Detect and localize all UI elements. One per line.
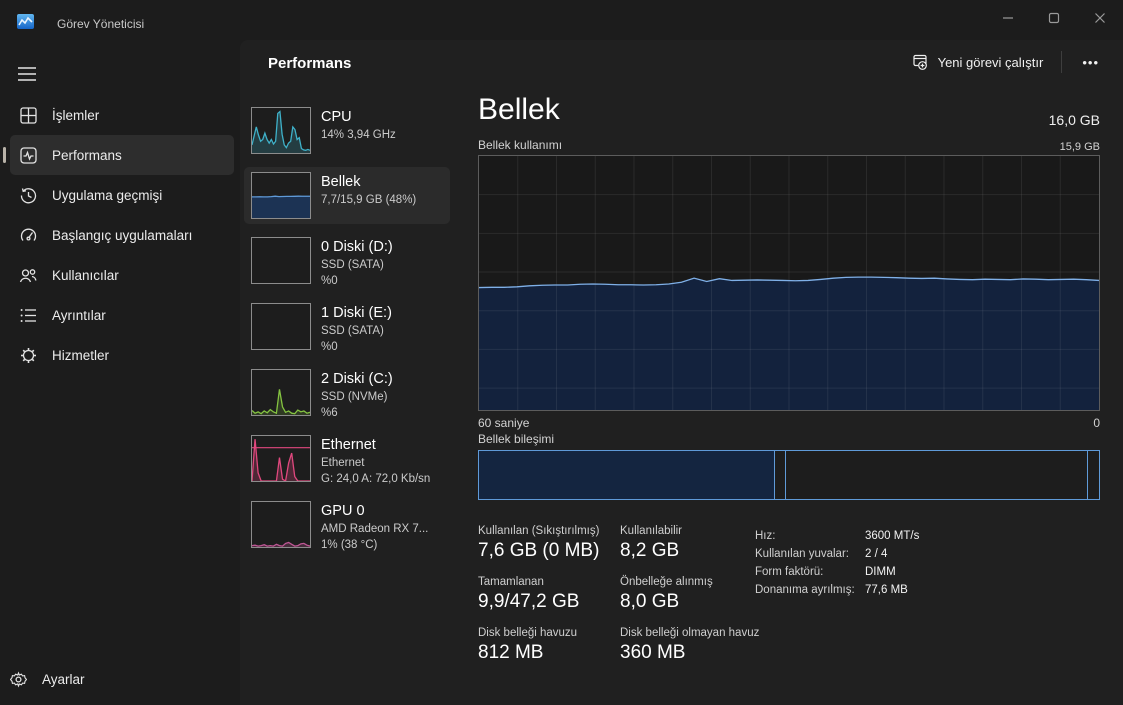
run-new-task-button[interactable]: Yeni görevi çalıştır	[902, 47, 1054, 77]
users-icon	[18, 265, 38, 285]
disk0-thumbnail-chart	[251, 237, 311, 284]
content-header: Performans Yeni görevi çalıştır •••	[240, 40, 1123, 86]
kv-label: Donanıma ayrılmış:	[755, 584, 855, 596]
list-item-disk1[interactable]: 1 Diski (E:) SSD (SATA) %0	[244, 298, 450, 356]
sidebar-item-performans[interactable]: Performans	[3, 135, 234, 175]
kv-label: Form faktörü:	[755, 566, 824, 578]
new-task-icon	[912, 54, 927, 70]
sidebar: İşlemler Performans Uygulama geçmişi Baş…	[0, 40, 240, 705]
run-new-task-label: Yeni görevi çalıştır	[937, 54, 1044, 70]
menu-toggle-button[interactable]	[14, 62, 40, 86]
stat-nonpaged-pool: Disk belleği olmayan havuz 360 MB	[620, 627, 760, 663]
hamburger-icon	[18, 67, 36, 81]
maximize-button[interactable]	[1031, 0, 1077, 36]
services-icon	[18, 345, 38, 365]
minimize-button[interactable]	[985, 0, 1031, 36]
memory-usage-chart	[478, 155, 1100, 411]
maximize-icon	[1048, 12, 1060, 24]
sidebar-item-kullanicilar[interactable]: Kullanıcılar	[10, 255, 234, 295]
window-title: Görev Yöneticisi	[57, 17, 145, 31]
composition-label: Bellek bileşimi	[478, 432, 555, 446]
cpu-thumbnail-chart	[251, 107, 311, 154]
kv-value: 2 / 4	[865, 548, 888, 560]
performance-list: CPU 14% 3,94 GHz Bellek 7,7/15,9 GB (48%…	[244, 102, 450, 554]
app-history-icon	[18, 185, 38, 205]
x-axis-left-label: 60 saniye	[478, 416, 530, 430]
composition-divider-1	[784, 451, 786, 499]
memory-thumbnail-chart	[251, 172, 311, 219]
startup-apps-icon	[18, 225, 38, 245]
sidebar-item-uygulama-gecmisi[interactable]: Uygulama geçmişi	[10, 175, 234, 215]
gpu-thumbnail-chart	[251, 501, 311, 548]
kv-value: 3600 MT/s	[865, 530, 920, 542]
sidebar-item-ayrintilar[interactable]: Ayrıntılar	[10, 295, 234, 335]
titlebar: Görev Yöneticisi	[0, 0, 1123, 40]
kv-value: 77,6 MB	[865, 584, 908, 596]
content-panel: Performans Yeni görevi çalıştır ••• CPU …	[240, 40, 1123, 705]
sidebar-item-islemler[interactable]: İşlemler	[10, 95, 234, 135]
sidebar-nav: İşlemler Performans Uygulama geçmişi Baş…	[0, 95, 240, 375]
task-manager-window: Görev Yöneticisi İşlemler Performans Uyg…	[0, 0, 1123, 705]
usage-chart-label: Bellek kullanımı	[478, 138, 563, 152]
list-item-disk0[interactable]: 0 Diski (D:) SSD (SATA) %0	[244, 232, 450, 290]
stat-used: Kullanılan (Sıkıştırılmış) 7,6 GB (0 MB)	[478, 525, 600, 561]
page-title: Performans	[268, 54, 352, 72]
hardware-info: Hız: 3600 MT/s Kullanılan yuvalar: 2 / 4…	[755, 527, 919, 599]
processes-icon	[18, 105, 38, 125]
memory-capacity: 16,0 GB	[1048, 112, 1100, 128]
ethernet-thumbnail-chart	[251, 435, 311, 482]
composition-divider-2	[1086, 451, 1088, 499]
kv-label: Hız:	[755, 530, 776, 542]
list-item-memory[interactable]: Bellek 7,7/15,9 GB (48%)	[244, 167, 450, 224]
detail-title: Bellek	[478, 93, 560, 126]
minimize-icon	[1003, 17, 1013, 19]
app-icon	[17, 14, 34, 29]
close-button[interactable]	[1077, 0, 1123, 36]
selection-pill	[3, 147, 6, 163]
list-item-gpu[interactable]: GPU 0 AMD Radeon RX 7... 1% (38 °C)	[244, 496, 450, 554]
memory-composition-bar	[478, 450, 1100, 500]
stat-committed: Tamamlanan 9,9/47,2 GB	[478, 576, 580, 612]
sidebar-item-baslangic-uygulamalari[interactable]: Başlangıç uygulamaları	[10, 215, 234, 255]
list-item-cpu[interactable]: CPU 14% 3,94 GHz	[244, 102, 450, 159]
window-controls	[985, 0, 1123, 36]
disk2-thumbnail-chart	[251, 369, 311, 416]
sidebar-item-hizmetler[interactable]: Hizmetler	[10, 335, 234, 375]
more-options-button[interactable]: •••	[1070, 48, 1111, 77]
list-item-ethernet[interactable]: Ethernet Ethernet G: 24,0 A: 72,0 Kb/sn	[244, 430, 450, 488]
details-icon	[18, 305, 38, 325]
settings-gear-icon	[8, 669, 28, 689]
x-axis-right-label: 0	[1093, 416, 1100, 430]
performance-icon	[18, 145, 38, 165]
disk1-thumbnail-chart	[251, 303, 311, 350]
stat-paged-pool: Disk belleği havuzu 812 MB	[478, 627, 578, 663]
close-icon	[1095, 13, 1105, 23]
sidebar-item-ayarlar[interactable]: Ayarlar	[0, 659, 240, 699]
list-item-disk2[interactable]: 2 Diski (C:) SSD (NVMe) %6	[244, 364, 450, 422]
usage-chart-max: 15,9 GB	[1059, 141, 1100, 153]
header-separator	[1061, 51, 1063, 73]
kv-value: DIMM	[865, 566, 896, 578]
kv-label: Kullanılan yuvalar:	[755, 548, 849, 560]
composition-used-segment	[479, 451, 776, 499]
